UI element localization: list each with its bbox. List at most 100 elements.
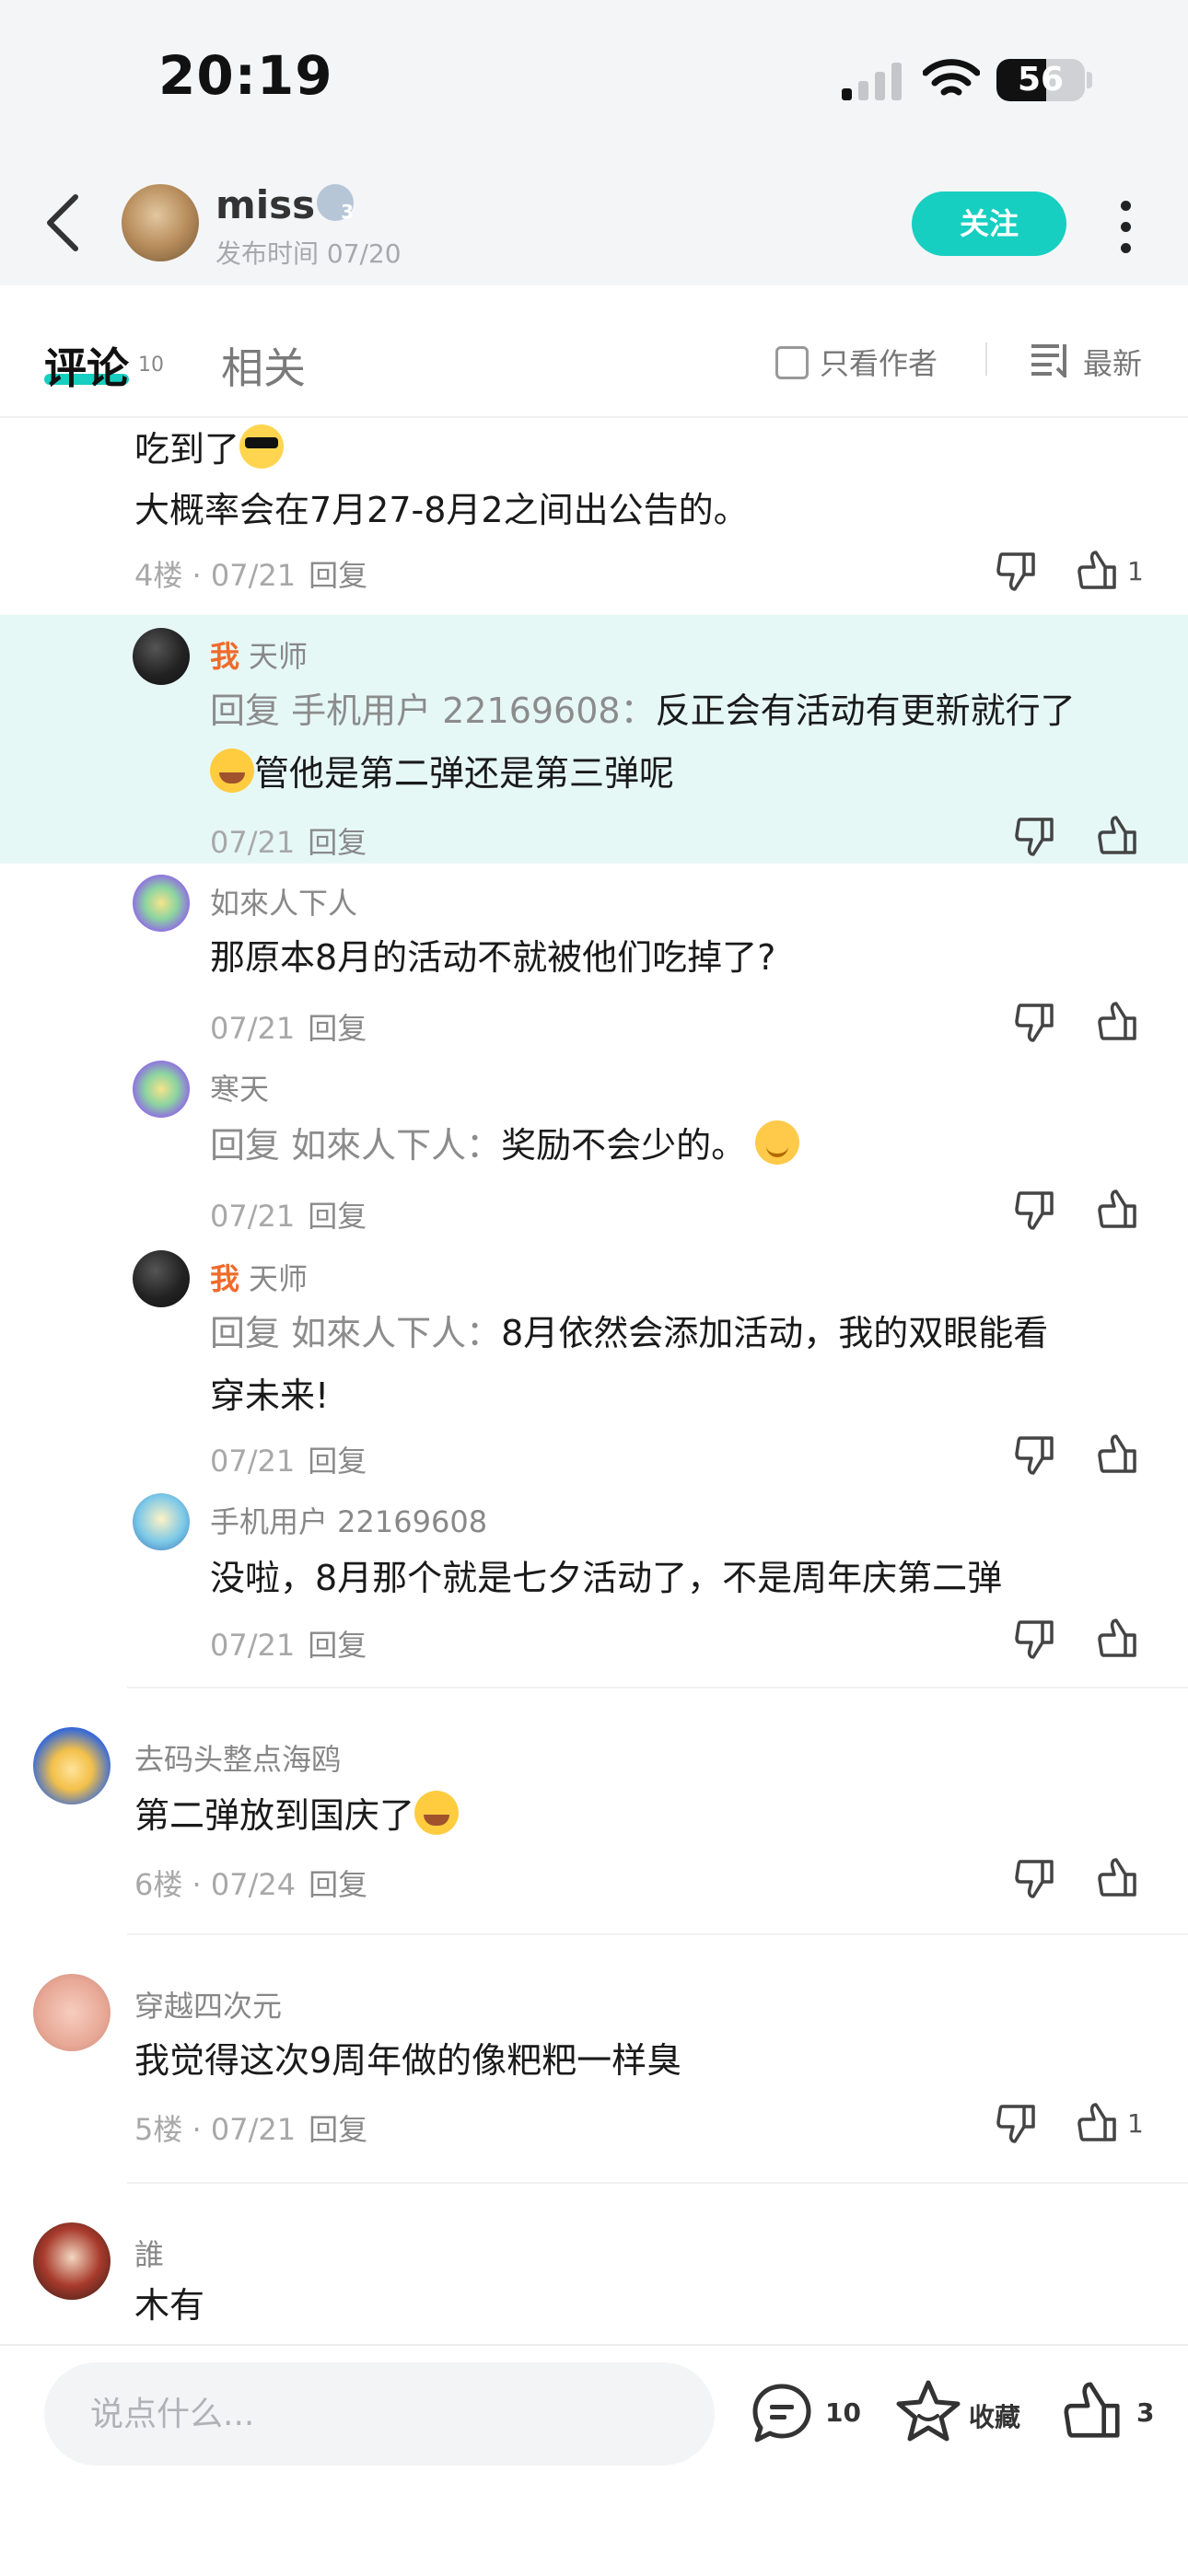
reply-button[interactable]: 回复 [308,1199,367,1234]
reply-author[interactable]: 如來人下人 [210,880,357,922]
author-name[interactable]: miss [215,182,315,227]
avatar[interactable] [33,1727,111,1804]
reply-author[interactable]: 我天师 [210,633,308,676]
comment-text: 木有 [134,2285,205,2326]
avatar[interactable] [33,1974,111,2051]
comment-input[interactable] [44,2362,715,2466]
avatar[interactable] [133,628,190,685]
reply-date: 07/21 [210,1011,296,1046]
checkbox-icon[interactable] [775,346,809,379]
comment-text: 吃到了 [134,418,285,481]
sort-latest[interactable]: 最新 [1083,341,1142,383]
comment-text: 第二弹放到国庆了 [134,1784,460,1847]
reply-button[interactable]: 回复 [308,1444,367,1479]
author-name: 天师 [249,639,309,674]
dislike-icon[interactable] [1013,814,1057,858]
reply-meta: 07/21 回复 [210,1005,367,1048]
reply-button[interactable]: 回复 [309,2112,367,2147]
reply-button[interactable]: 回复 [308,825,367,860]
reply-button[interactable]: 回复 [308,1011,367,1046]
floor-date: 6楼 · 07/24 [134,1867,297,1902]
dislike-icon[interactable] [995,549,1039,593]
reply-author[interactable]: 我天师 [210,1256,308,1298]
back-icon[interactable] [42,191,83,254]
reply-author[interactable]: 寒天 [210,1066,269,1108]
reply-text: 管他是第二弹还是第三弹呢 [210,742,674,805]
dislike-icon[interactable] [1013,1617,1057,1661]
dislike-icon[interactable] [995,2101,1039,2145]
reply-meta: 07/21 回复 [210,1622,367,1665]
like-count: 1 [1127,556,1144,586]
tab-comments-count: 10 [138,354,164,377]
reply-text: 回复 如來人下人：8月依然会添加活动，我的双眼能看 [210,1302,1048,1364]
reply-prefix: 回复 如來人下人： [210,1125,502,1166]
like-icon[interactable] [1096,1856,1140,1900]
tab-related[interactable]: 相关 [221,335,306,396]
like-icon[interactable] [1076,2101,1120,2145]
like-icon[interactable] [1096,1617,1140,1661]
dislike-icon[interactable] [1013,1188,1057,1232]
author-only-toggle[interactable]: 只看作者 [775,341,938,383]
like-icon[interactable] [1096,814,1140,858]
like-icon[interactable] [1096,1000,1140,1044]
like-icon[interactable] [1061,2379,1125,2443]
star-icon[interactable] [895,2379,961,2443]
badge-level: 3 [341,201,354,223]
avatar[interactable] [133,875,190,932]
wifi-icon [923,59,980,96]
tab-comments[interactable]: 评论 [44,335,129,396]
publish-time: 发布时间 07/20 [215,238,402,269]
reply-meta: 07/21 回复 [210,1193,367,1236]
reply-text-line: 奖励不会少的。 [501,1125,747,1166]
like-count: 3 [1136,2397,1155,2428]
like-icon[interactable] [1096,1188,1140,1232]
reply-date: 07/21 [210,1199,296,1234]
reply-date: 07/21 [210,1444,296,1479]
avatar[interactable] [133,1250,190,1307]
reply-text: 穿未来! [210,1375,330,1416]
reply-button[interactable]: 回复 [308,1628,367,1663]
like-icon[interactable] [1076,549,1120,593]
follow-button[interactable]: 关注 [912,191,1066,256]
comment-author[interactable]: 去码头整点海鸥 [134,1736,341,1779]
comment-text: 我觉得这次9周年做的像粑粑一样臭 [134,2040,682,2081]
comment-author[interactable]: 誰 [134,2232,164,2274]
reply-button[interactable]: 回复 [309,1867,367,1902]
grin-emoji-icon [210,748,254,793]
sunglasses-emoji-icon [239,424,285,469]
battery-cap [1087,72,1092,88]
grin-emoji-icon [414,1791,460,1835]
avatar[interactable] [133,1061,190,1118]
dislike-icon[interactable] [1013,1856,1057,1900]
comment-text-line: 吃到了 [134,429,240,470]
reply-text-line: 8月依然会添加活动，我的双眼能看 [501,1313,1049,1353]
like-icon[interactable] [1096,1433,1140,1477]
comment-meta: 6楼 · 07/24 回复 [134,1862,367,1904]
more-icon[interactable] [1120,201,1133,264]
author-avatar[interactable] [122,184,199,261]
sort-icon[interactable] [1030,342,1070,377]
reply-author[interactable]: 手机用户 22169608 [210,1499,487,1541]
avatar[interactable] [33,2222,111,2300]
reply-date: 07/21 [210,1628,296,1663]
reply-meta: 07/21 回复 [210,819,367,862]
comment-text-line: 第二弹放到国庆了 [134,1795,415,1836]
reply-date: 07/21 [210,825,296,860]
dislike-icon[interactable] [1013,1433,1057,1477]
avatar[interactable] [133,1493,190,1550]
favorite-label[interactable]: 收藏 [969,2397,1020,2434]
reply-text: 没啦，8月那个就是七夕活动了，不是周年庆第二弹 [210,1558,1003,1598]
floor-date: 5楼 · 07/21 [134,2112,297,2147]
divider [127,2182,1188,2184]
reply-button[interactable]: 回复 [309,558,367,593]
divider [985,342,987,376]
me-tag: 我 [210,639,240,674]
me-tag: 我 [210,1261,240,1296]
reply-prefix: 回复 如來人下人： [210,1313,502,1353]
reply-text: 那原本8月的活动不就被他们吃掉了? [210,937,776,978]
comment-text: 大概率会在7月27-8月2之间出公告的。 [134,490,749,530]
comment-author[interactable]: 穿越四次元 [134,1983,282,2025]
comment-icon[interactable] [750,2383,814,2443]
dislike-icon[interactable] [1013,1000,1057,1044]
author-only-label: 只看作者 [820,346,938,381]
